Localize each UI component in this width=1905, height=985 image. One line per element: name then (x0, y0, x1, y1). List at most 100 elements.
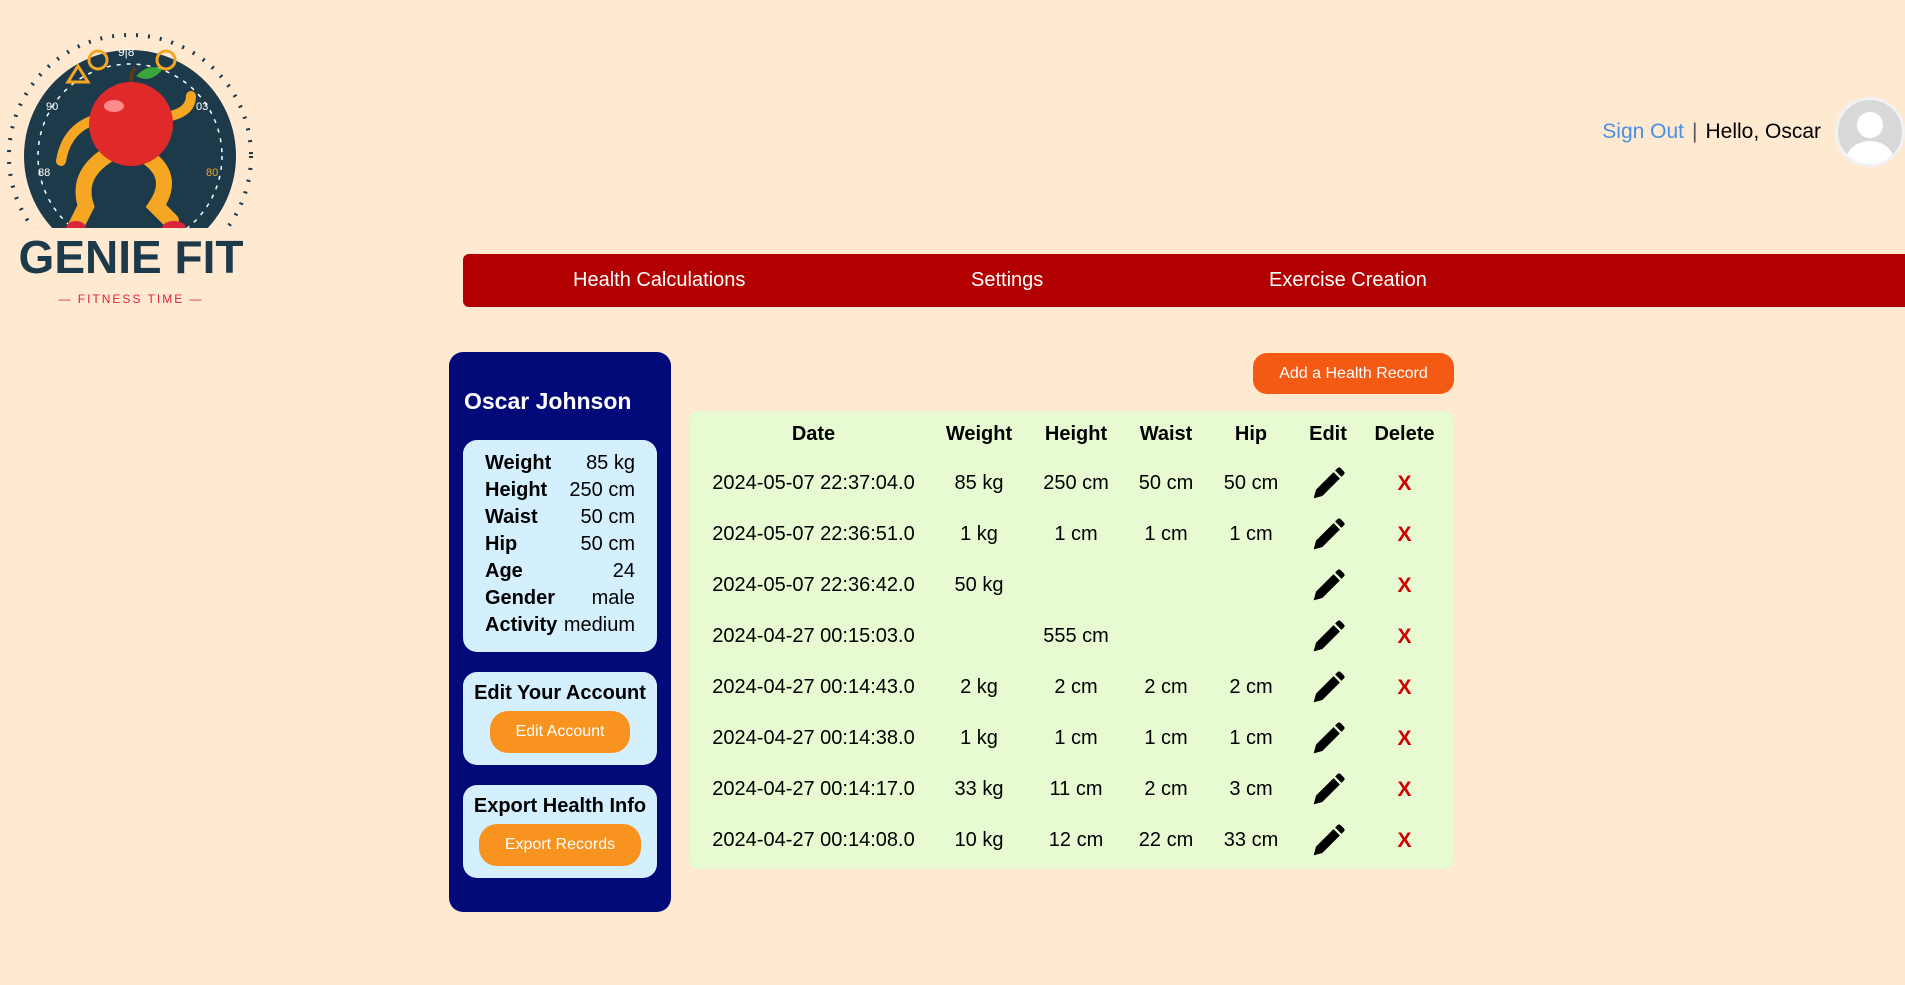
profile-sidebar: Oscar Johnson Weight 85 kg Height 250 cm W… (449, 352, 671, 912)
record-delete-cell: X (1355, 815, 1454, 866)
record-edit-cell (1301, 611, 1355, 662)
delete-record-button[interactable]: X (1397, 727, 1411, 750)
stat-key: Waist (485, 506, 538, 528)
table-row: 2024-05-07 22:36:42.0 50 kg X (690, 560, 1454, 611)
stat-value: 50 cm (580, 533, 635, 555)
export-health-title: Export Health Info (473, 795, 647, 817)
edit-account-button[interactable]: Edit Account (490, 711, 630, 753)
record-waist-cell: 22 cm (1138, 829, 1194, 851)
record-delete-cell: X (1355, 458, 1454, 509)
record-date-cell: 2024-04-27 00:15:03.0 (712, 625, 915, 647)
genie-fit-logo: 90 03 88 80 9|8 GENIE FIT — FITNESS TIME… (7, 33, 253, 306)
pencil-edit-icon[interactable] (1309, 720, 1347, 758)
export-health-card: Export Health Info Export Records (463, 785, 657, 878)
record-delete-cell: X (1355, 509, 1454, 560)
col-edit-header: Edit (1309, 423, 1347, 445)
record-height-cell: 11 cm (1049, 778, 1103, 800)
record-hip-cell (1201, 611, 1301, 662)
avatar-body-icon (1846, 141, 1894, 164)
nav-settings[interactable]: Settings (971, 254, 1043, 307)
record-weight-cell: 2 kg (960, 676, 998, 698)
greeting-text: Hello, Oscar (1705, 120, 1821, 143)
user-area: Sign Out | Hello, Oscar (1602, 92, 1905, 172)
record-delete-cell: X (1355, 662, 1454, 713)
record-edit-cell (1301, 815, 1355, 866)
record-weight-cell: 1 kg (960, 727, 998, 749)
avatar-head-icon (1857, 112, 1883, 138)
record-delete-cell: X (1355, 560, 1454, 611)
col-height-header: Height (1044, 423, 1108, 445)
record-height-cell: 1 cm (1054, 523, 1098, 545)
record-date-cell: 2024-05-07 22:37:04.0 (712, 472, 915, 494)
stat-key: Age (485, 560, 523, 582)
delete-record-button[interactable]: X (1397, 523, 1411, 546)
delete-record-button[interactable]: X (1397, 625, 1411, 648)
profile-stats-table: Weight 85 kg Height 250 cm Waist 50 cm Hip 5… (485, 450, 635, 639)
record-waist-cell: 2 cm (1144, 676, 1188, 698)
pencil-edit-icon[interactable] (1309, 771, 1347, 809)
delete-record-button[interactable]: X (1397, 829, 1411, 852)
record-height-cell: 1 cm (1054, 727, 1098, 749)
pencil-edit-icon[interactable] (1309, 822, 1347, 860)
record-date-cell: 2024-04-27 00:14:08.0 (712, 829, 915, 851)
record-waist-cell (1131, 611, 1201, 662)
record-hip-cell: 1 cm (1229, 523, 1273, 545)
delete-record-button[interactable]: X (1397, 472, 1411, 495)
logo-brand-text: GENIE FIT (19, 231, 244, 283)
record-height-cell: 2 cm (1054, 676, 1098, 698)
table-row: 2024-05-07 22:37:04.0 85 kg 250 cm 50 cm 50 … (690, 458, 1454, 509)
export-records-button[interactable]: Export Records (479, 824, 641, 866)
record-waist-cell: 50 cm (1138, 472, 1194, 494)
record-delete-cell: X (1355, 713, 1454, 764)
record-hip-cell: 1 cm (1229, 727, 1273, 749)
record-hip-cell: 33 cm (1223, 829, 1279, 851)
table-row: 2024-04-27 00:14:43.0 2 kg 2 cm 2 cm 2 cm X (690, 662, 1454, 713)
record-date-cell: 2024-04-27 00:14:43.0 (712, 676, 915, 698)
col-delete-header: Delete (1374, 423, 1435, 445)
delete-record-button[interactable]: X (1397, 574, 1411, 597)
record-height-cell: 555 cm (1043, 625, 1109, 647)
record-height-cell: 12 cm (1048, 829, 1104, 851)
record-date-cell: 2024-05-07 22:36:42.0 (712, 574, 915, 596)
logo-tagline-text: — FITNESS TIME — (58, 292, 203, 306)
record-weight-cell: 50 kg (954, 574, 1004, 596)
add-health-record-button[interactable]: Add a Health Record (1253, 353, 1454, 394)
stat-key: Height (485, 479, 548, 501)
record-edit-cell (1301, 662, 1355, 713)
record-hip-cell: 50 cm (1223, 472, 1279, 494)
pencil-edit-icon[interactable] (1309, 516, 1347, 554)
header-separator: | (1692, 120, 1698, 143)
profile-name: Oscar Johnson (464, 388, 632, 414)
delete-record-button[interactable]: X (1397, 676, 1411, 699)
table-row: 2024-04-27 00:15:03.0 555 cm X (690, 611, 1454, 662)
stat-key: Hip (485, 533, 518, 555)
col-hip-header: Hip (1234, 423, 1268, 445)
delete-record-button[interactable]: X (1397, 778, 1411, 801)
record-edit-cell (1301, 560, 1355, 611)
pencil-edit-icon[interactable] (1309, 567, 1347, 605)
record-waist-cell: 2 cm (1144, 778, 1188, 800)
stat-value: 50 cm (580, 506, 635, 528)
record-hip-cell: 3 cm (1229, 778, 1273, 800)
health-records-panel: Date Weight Height Waist Hip Edit Delete… (690, 411, 1454, 869)
sign-out-link[interactable]: Sign Out (1602, 120, 1684, 144)
record-height-cell (1021, 560, 1131, 611)
pencil-edit-icon[interactable] (1309, 618, 1347, 656)
record-edit-cell (1301, 713, 1355, 764)
pencil-edit-icon[interactable] (1309, 465, 1347, 503)
avatar[interactable] (1835, 97, 1905, 167)
nav-health-calculations[interactable]: Health Calculations (573, 254, 745, 307)
record-weight-cell: 85 kg (954, 472, 1004, 494)
record-delete-cell: X (1355, 611, 1454, 662)
nav-exercise-creation[interactable]: Exercise Creation (1269, 254, 1427, 307)
record-waist-cell (1131, 560, 1201, 611)
svg-text:03: 03 (196, 101, 208, 113)
stat-value: 24 (612, 560, 635, 582)
record-hip-cell (1201, 560, 1301, 611)
stat-key: Weight (485, 452, 552, 474)
record-edit-cell (1301, 458, 1355, 509)
col-weight-header: Weight (945, 423, 1013, 445)
col-waist-header: Waist (1139, 423, 1193, 445)
col-date-header: Date (791, 423, 836, 445)
pencil-edit-icon[interactable] (1309, 669, 1347, 707)
